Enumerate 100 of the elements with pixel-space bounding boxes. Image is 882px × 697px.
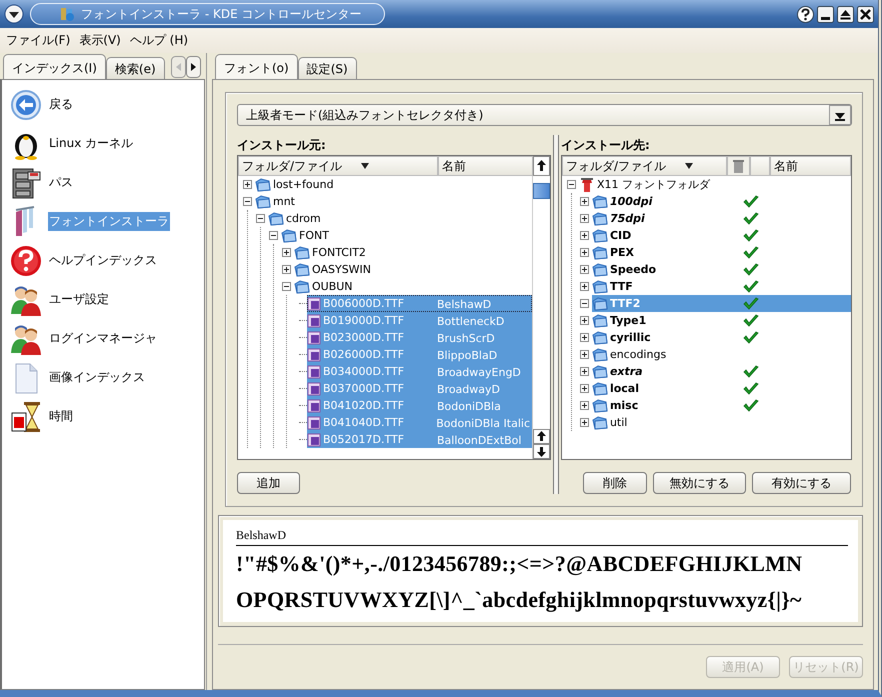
splitter-handle[interactable] xyxy=(553,135,559,494)
font-name: BrushScrD xyxy=(437,332,495,344)
tab[interactable]: フォント(o) xyxy=(215,54,298,79)
tree-row[interactable]: mnt xyxy=(255,193,532,210)
tab[interactable]: 設定(S) xyxy=(298,57,357,79)
expand-icon[interactable] xyxy=(580,401,589,410)
tree-label: 100dpi xyxy=(610,195,654,208)
tree-row[interactable]: misc xyxy=(592,397,851,414)
tree-label: util xyxy=(610,416,628,429)
action-button[interactable]: 削除 xyxy=(583,472,647,494)
expand-icon[interactable] xyxy=(580,350,589,359)
tree-label: Speedo xyxy=(610,263,658,276)
expand-icon[interactable] xyxy=(580,282,589,291)
font-name: BodoniDBla Italic xyxy=(436,416,530,430)
font-name: BelshawD xyxy=(236,528,848,546)
action-button[interactable]: 有効にする xyxy=(752,472,851,494)
module-item[interactable]: ログインマネージャ xyxy=(48,329,158,348)
expand-icon[interactable] xyxy=(580,384,589,393)
mode-select[interactable]: 上級者モード(組込みフォントセレクタ付き) xyxy=(237,104,852,126)
trash-icon[interactable] xyxy=(726,156,750,176)
expand-icon[interactable] xyxy=(243,180,252,189)
column-header[interactable]: フォルダ/ファイル xyxy=(562,156,727,176)
module-item[interactable]: ユーザ設定 xyxy=(48,290,110,309)
section-label: インストール元: xyxy=(237,136,327,154)
font-name: BelshawD xyxy=(437,298,492,310)
tab-scroll-right-button[interactable] xyxy=(186,56,201,78)
tree-row[interactable]: OUBUN xyxy=(294,278,532,295)
collapse-icon[interactable] xyxy=(269,231,278,240)
scroll-up-button[interactable] xyxy=(533,429,550,444)
module-item[interactable]: ヘルプインデックス xyxy=(48,251,158,270)
action-button[interactable]: 追加 xyxy=(237,472,300,494)
module-item[interactable]: 時間 xyxy=(48,407,74,426)
expand-icon[interactable] xyxy=(580,248,589,257)
tree-row[interactable]: Speedo xyxy=(592,261,851,278)
collapse-icon[interactable] xyxy=(256,214,265,223)
column-header[interactable]: 名前 xyxy=(770,156,851,176)
collapse-icon[interactable] xyxy=(243,197,252,206)
collapse-icon[interactable] xyxy=(282,282,291,291)
module-item[interactable]: パス xyxy=(48,173,74,192)
folder-icon xyxy=(592,228,608,242)
tab[interactable]: インデックス(I) xyxy=(3,54,106,79)
expand-icon[interactable] xyxy=(580,197,589,206)
collapse-icon[interactable] xyxy=(580,299,589,308)
column-header[interactable]: 名前 xyxy=(438,156,533,176)
folder-icon xyxy=(592,314,608,328)
expand-icon[interactable] xyxy=(580,418,589,427)
tree-row[interactable]: CID xyxy=(592,227,851,244)
tab[interactable]: 検索(e) xyxy=(106,57,165,79)
scrollbar-thumb[interactable] xyxy=(533,183,550,199)
folder-icon xyxy=(592,330,608,344)
tree-row[interactable]: extra xyxy=(592,363,851,380)
tree-row[interactable]: X11 フォントフォルダ xyxy=(578,176,851,193)
tree-row[interactable]: TTF xyxy=(592,278,851,295)
open-folder-icon xyxy=(268,212,284,226)
tree-row[interactable]: Type1 xyxy=(592,312,851,329)
maximize-button[interactable] xyxy=(837,6,854,22)
expand-icon[interactable] xyxy=(580,214,589,223)
close-button[interactable] xyxy=(857,6,874,22)
expand-icon[interactable] xyxy=(282,265,291,274)
hourglass-icon xyxy=(10,400,42,432)
minimize-button[interactable] xyxy=(817,6,834,22)
menu-item[interactable]: ファイル(F) xyxy=(6,32,70,49)
scroll-up-button[interactable] xyxy=(533,156,550,176)
tree-row[interactable]: PEX xyxy=(592,244,851,261)
collapse-icon[interactable] xyxy=(566,180,576,189)
folder-icon xyxy=(255,178,271,192)
scroll-down-button[interactable] xyxy=(533,444,550,459)
back-icon xyxy=(10,88,42,120)
tree-row[interactable]: FONTCIT2 xyxy=(294,244,532,261)
module-item[interactable]: Linux カーネル xyxy=(48,134,134,153)
sample-text: !"#$%&'()*+,-./0123456789:;<=>?@ABCDEFGHIJKLMN xyxy=(236,550,804,578)
expand-icon[interactable] xyxy=(580,333,589,342)
folder-icon xyxy=(592,246,608,260)
tree-label: B023000D.TTF xyxy=(323,331,406,344)
sample-text: OPQRSTUVWXYZ[\]^_`abcdefghijklmnopqrstuvwxyz{|}~ xyxy=(236,586,803,614)
open-folder-icon xyxy=(281,228,297,242)
help-button[interactable] xyxy=(797,6,814,22)
action-button[interactable]: 無効にする xyxy=(653,472,746,494)
tree-label: CID xyxy=(610,229,632,242)
tree-row[interactable]: OASYSWIN xyxy=(294,261,532,278)
tree-row[interactable]: 75dpi xyxy=(592,210,851,227)
expand-icon[interactable] xyxy=(282,248,291,257)
window-menu-button[interactable] xyxy=(4,4,24,24)
tree-row[interactable]: 100dpi xyxy=(592,193,851,210)
module-item[interactable]: 戻る xyxy=(48,95,74,114)
tree-row[interactable]: util xyxy=(592,414,851,431)
expand-icon[interactable] xyxy=(580,231,589,240)
expand-icon[interactable] xyxy=(580,265,589,274)
menu-item[interactable]: 表示(V) xyxy=(79,32,121,49)
column-header[interactable]: フォルダ/ファイル xyxy=(238,156,438,176)
tree-row[interactable]: FONT xyxy=(281,227,532,244)
tree-row[interactable]: lost+found xyxy=(255,176,532,193)
expand-icon[interactable] xyxy=(580,367,589,376)
tree-row[interactable]: cyrillic xyxy=(592,329,851,346)
menu-item[interactable]: ヘルプ (H) xyxy=(130,32,188,49)
expand-icon[interactable] xyxy=(580,316,589,325)
tree-row[interactable]: encodings xyxy=(592,346,851,363)
tree-row[interactable]: local xyxy=(592,380,851,397)
module-item[interactable]: 画像インデックス xyxy=(48,368,146,387)
tree-row[interactable]: cdrom xyxy=(268,210,532,227)
